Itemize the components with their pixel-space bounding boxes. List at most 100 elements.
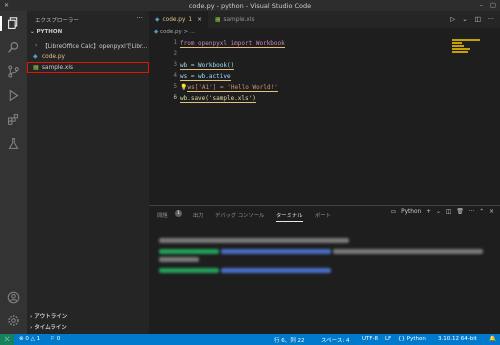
problems-badge: 1 (175, 210, 182, 217)
section-label: タイムライン (34, 325, 67, 331)
account-icon[interactable] (6, 290, 21, 305)
trash-icon[interactable]: 🗑 (456, 209, 463, 215)
errors-indicator[interactable]: ⊗ 0 △ 1 (19, 336, 40, 342)
encoding[interactable]: UTF-8 (362, 336, 378, 342)
spreadsheet-file-icon: ▦ (215, 16, 221, 23)
explorer-icon[interactable] (0, 16, 21, 31)
remote-indicator-icon[interactable]: ⤬ (0, 334, 14, 345)
close-icon[interactable]: ✕ (4, 2, 9, 9)
run-debug-icon[interactable] (6, 88, 21, 103)
language-mode[interactable]: {} Python (398, 336, 426, 342)
line-number: 2 (173, 51, 178, 57)
settings-gear-icon[interactable] (6, 313, 21, 328)
tab-terminal[interactable]: ターミナル (276, 211, 303, 222)
tree-item-label: sample.xls (42, 64, 73, 71)
more-actions-icon[interactable]: ··· (136, 14, 143, 22)
line-number: 6 (173, 95, 178, 101)
notifications-bell-icon[interactable]: 🔔 (489, 336, 496, 342)
code-text: from openpyxl import Workbook (180, 40, 285, 48)
terminal-icon: ▭ (390, 209, 397, 215)
window-title: code.py - python - Visual Studio Code (188, 1, 312, 10)
tree-item-folder[interactable]: › 【LibreOffice Calc】openpyxlでLibr... (27, 40, 149, 51)
terminal-prompt-blurred (159, 268, 219, 273)
breadcrumb-text: code.py > ... (159, 29, 196, 35)
breadcrumb[interactable]: ◆ code.py > ... (154, 29, 195, 35)
tab-problems[interactable]: 問題 (157, 211, 168, 219)
split-editor-icon[interactable]: ◫ (475, 15, 481, 23)
terminal-profile[interactable]: Python (401, 209, 421, 215)
tab-label: code.py (162, 16, 186, 23)
tree-item-code-py[interactable]: ◆ code.py (27, 51, 149, 62)
bottom-panel: 問題 1 出力 デバッグ コンソール ターミナル ポート ▭ Python + … (149, 205, 500, 334)
code-line-4: ws = wb.active (180, 73, 231, 81)
python-interpreter[interactable]: 3.10.12 64-bit (438, 336, 477, 342)
testing-icon[interactable] (6, 136, 21, 151)
tab-output[interactable]: 出力 (193, 211, 204, 219)
indentation[interactable]: スペース: 4 (321, 336, 349, 344)
source-control-icon[interactable] (6, 64, 21, 79)
error-count: 0 (25, 336, 29, 342)
close-icon[interactable]: × (489, 209, 494, 215)
maximize-panel-icon[interactable]: ⌃ (479, 209, 484, 215)
status-bar: ⤬ ⊗ 0 △ 1 ⚐ 0 行 6、列 22 スペース: 4 UTF-8 LF … (0, 334, 500, 345)
explorer-title: エクスプローラー (35, 18, 79, 24)
eol[interactable]: LF (385, 336, 391, 342)
minimize-icon[interactable]: – (480, 1, 483, 9)
spreadsheet-file-icon: ▦ (33, 64, 39, 71)
tab-label: sample.xls (223, 16, 255, 23)
chevron-right-icon: › (35, 42, 38, 49)
terminal-path-blurred (221, 249, 331, 254)
code-text: wb = Workbook() (180, 62, 235, 70)
extensions-icon[interactable] (6, 112, 21, 127)
window-controls: – ▢ (480, 1, 496, 9)
tree-item-sample-xls[interactable]: ▦ sample.xls (27, 62, 149, 73)
tab-problem-badge: 1 (188, 16, 193, 23)
code-line-6: wb.save('sample.xls') (180, 95, 256, 103)
editor-tab-bar: ◆ code.py 1 × ▦ sample.xls ▷ ⌄ ◫ ··· (149, 11, 500, 28)
tree-item-label: 【LibreOffice Calc】openpyxlでLibr... (42, 44, 148, 50)
line-number: 1 (173, 40, 178, 46)
split-terminal-icon[interactable]: ◫ (446, 209, 451, 215)
tab-sample-xls[interactable]: ▦ sample.xls (209, 11, 264, 28)
line-number: 4 (173, 73, 178, 79)
info-count: 0 (56, 336, 61, 342)
chevron-down-icon[interactable]: ⌄ (462, 15, 467, 23)
title-bar: ✕ code.py - python - Visual Studio Code … (0, 0, 500, 11)
tab-debug-console[interactable]: デバッグ コンソール (215, 211, 264, 219)
line-number: 3 (173, 62, 178, 68)
maximize-icon[interactable]: ▢ (490, 1, 496, 9)
section-timeline[interactable]: › タイムライン (30, 323, 67, 331)
language-label: Python (406, 336, 426, 342)
warning-count: 1 (36, 336, 41, 342)
section-python[interactable]: ⌄ PYTHON (30, 29, 62, 35)
terminal-output-blurred (159, 238, 349, 243)
code-text: wb.save('sample.xls') (180, 95, 256, 103)
code-editor[interactable]: 1 2 3 4 5 6 from openpyxl import Workboo… (149, 37, 500, 205)
code-text: ws['A1'] = 'Hello World!' (187, 84, 278, 92)
python-file-icon: ◆ (33, 53, 38, 60)
tree-item-label: code.py (42, 53, 65, 60)
explorer-sidebar: エクスプローラー ··· ⌄ PYTHON › 【LibreOffice Cal… (27, 11, 149, 334)
cursor-position[interactable]: 行 6、列 22 (274, 336, 305, 344)
info-indicator[interactable]: ⚐ 0 (50, 336, 60, 342)
close-icon[interactable]: × (197, 17, 202, 23)
more-actions-icon[interactable]: ··· (469, 209, 475, 215)
tab-code-py[interactable]: ◆ code.py 1 × (149, 11, 208, 28)
minimap[interactable] (450, 37, 492, 57)
tab-ports[interactable]: ポート (315, 211, 331, 219)
run-icon[interactable]: ▷ (450, 15, 455, 23)
panel-actions: ▭ Python + ⌄ ◫ 🗑 ··· ⌃ × (391, 209, 494, 215)
activity-bar (0, 11, 27, 334)
chevron-down-icon[interactable]: ⌄ (436, 209, 441, 215)
section-outline[interactable]: › アウトライン (30, 312, 67, 320)
section-label: アウトライン (34, 314, 68, 320)
code-text: ws = wb.active (180, 73, 231, 81)
terminal-prompt-blurred (159, 249, 219, 254)
editor-actions: ▷ ⌄ ◫ ··· (450, 15, 494, 23)
more-actions-icon[interactable]: ··· (488, 15, 494, 23)
info-icon: ⚐ (50, 336, 57, 342)
search-icon[interactable] (6, 40, 21, 55)
terminal-output-blurred (159, 257, 199, 262)
new-terminal-icon[interactable]: + (426, 209, 431, 215)
terminal-output-blurred (333, 249, 483, 254)
